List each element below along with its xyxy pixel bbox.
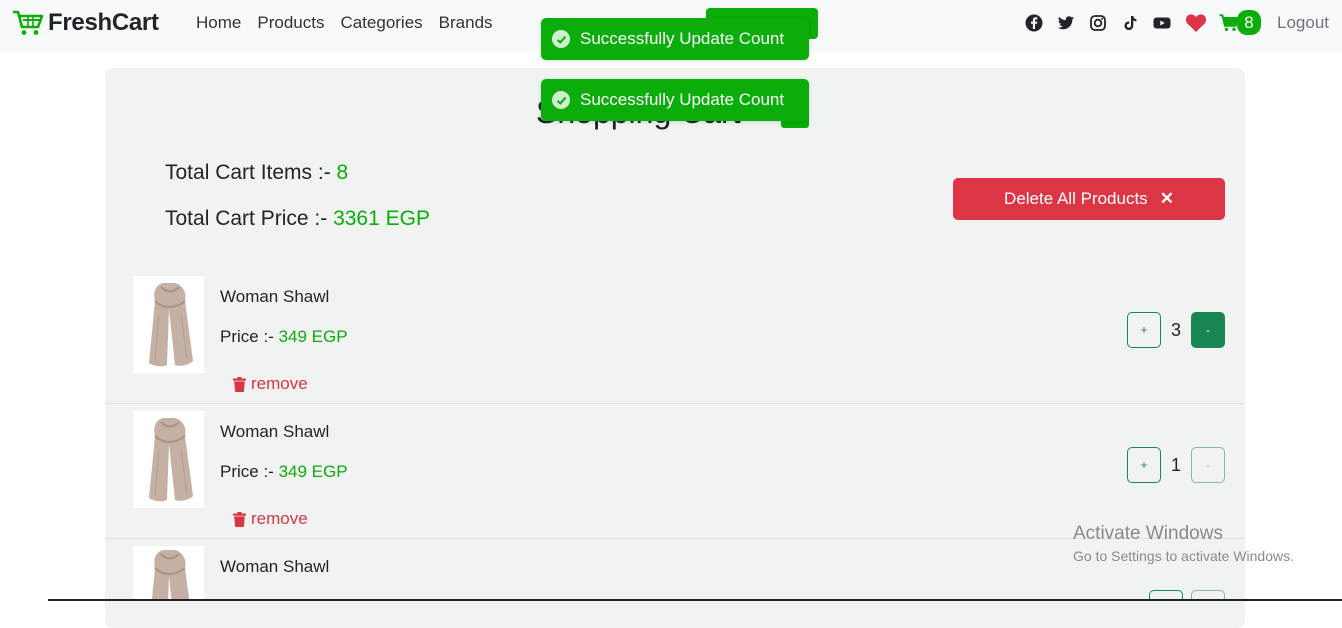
- total-price-label: Total Cart Price :-: [165, 207, 328, 230]
- trash-icon: [233, 376, 246, 392]
- heart-icon[interactable]: [1185, 13, 1207, 33]
- cart-icon: [13, 10, 44, 35]
- delete-all-label: Delete All Products: [1004, 189, 1148, 208]
- total-price-value: 3361 EGP: [333, 207, 430, 230]
- total-items-row: Total Cart Items :- 8: [165, 161, 430, 185]
- product-image: [133, 276, 204, 373]
- brand-name: FreshCart: [48, 9, 159, 36]
- tiktok-icon[interactable]: [1121, 14, 1139, 32]
- cart-count-badge: 8: [1237, 10, 1261, 35]
- instagram-icon[interactable]: [1089, 14, 1107, 32]
- brand-logo[interactable]: FreshCart: [12, 9, 159, 37]
- price-value: 349 EGP: [278, 327, 348, 346]
- watermark-title: Activate Windows: [1073, 523, 1223, 544]
- product-name: Woman Shawl: [220, 422, 330, 441]
- product-name: Woman Shawl: [220, 557, 330, 576]
- check-circle-icon: [552, 91, 570, 109]
- increase-button[interactable]: +: [1126, 312, 1161, 348]
- nav-right: 8 Logout: [1011, 10, 1329, 35]
- quantity-value: 1: [1170, 454, 1181, 475]
- price-value: 349 EGP: [278, 462, 348, 481]
- remove-button[interactable]: remove: [233, 374, 308, 394]
- success-toast[interactable]: Successfully Update Count: [541, 79, 809, 121]
- twitter-icon[interactable]: [1057, 14, 1075, 32]
- watermark-subtitle: Go to Settings to activate Windows.: [1073, 548, 1294, 564]
- nav-links: Home Products Categories Brands: [196, 13, 509, 33]
- quantity-stepper: + 1 -: [1126, 447, 1225, 483]
- delete-all-button[interactable]: Delete All Products ✕: [953, 178, 1225, 220]
- close-icon: ✕: [1159, 189, 1174, 208]
- product-image: [133, 546, 204, 601]
- success-toast[interactable]: Successfully Update Count: [541, 18, 809, 60]
- total-items-label: Total Cart Items :-: [165, 161, 331, 184]
- nav-link-home[interactable]: Home: [196, 13, 241, 33]
- remove-label: remove: [251, 509, 308, 528]
- remove-label: remove: [251, 374, 308, 393]
- toast-message: Successfully Update Count: [580, 90, 785, 109]
- total-items-value: 8: [336, 161, 349, 184]
- decrease-button[interactable]: -: [1191, 312, 1225, 348]
- total-price-row: Total Cart Price :- 3361 EGP: [165, 207, 430, 231]
- nav-link-brands[interactable]: Brands: [439, 13, 493, 33]
- decrease-button[interactable]: -: [1191, 447, 1225, 483]
- product-image: [133, 411, 204, 508]
- product-price: Price :- 349 EGP: [220, 462, 348, 482]
- nav-cart[interactable]: 8: [1219, 10, 1261, 35]
- check-circle-icon: [552, 30, 570, 48]
- price-label: Price :-: [220, 327, 274, 346]
- product-name: Woman Shawl: [220, 287, 330, 306]
- toast-message: Successfully Update Count: [580, 29, 785, 48]
- price-label: Price :-: [220, 462, 274, 481]
- cart-icon: [1219, 13, 1239, 31]
- trash-icon: [233, 511, 246, 527]
- facebook-icon[interactable]: [1025, 14, 1043, 32]
- cart-totals: Total Cart Items :- 8 Total Cart Price :…: [165, 161, 430, 253]
- remove-button[interactable]: remove: [233, 509, 308, 529]
- product-price: Price :- 349 EGP: [220, 327, 348, 347]
- nav-link-categories[interactable]: Categories: [340, 13, 422, 33]
- logout-link[interactable]: Logout: [1277, 13, 1329, 33]
- windows-activation-watermark: Activate Windows Go to Settings to activ…: [1073, 523, 1294, 564]
- cart-item: Woman Shawl Price :- 349 EGP remove + 3 …: [105, 268, 1245, 404]
- nav-link-products[interactable]: Products: [257, 13, 324, 33]
- increase-button[interactable]: +: [1126, 447, 1161, 483]
- youtube-icon[interactable]: [1153, 14, 1171, 32]
- quantity-value: 3: [1170, 319, 1181, 340]
- quantity-stepper: + 3 -: [1126, 312, 1225, 348]
- cart-item: Woman Shawl Price :- 349 EGP remove + 1 …: [105, 403, 1245, 539]
